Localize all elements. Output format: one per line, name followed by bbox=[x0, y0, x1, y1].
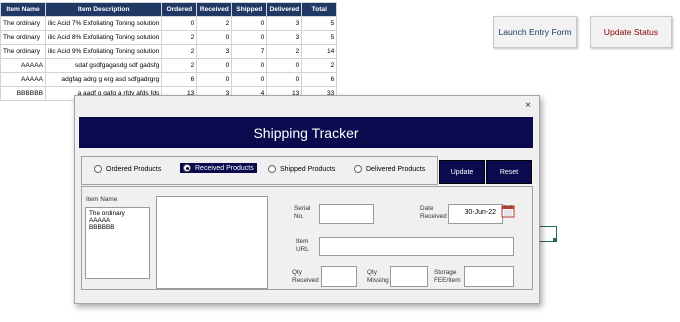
cell-delivered[interactable]: 0 bbox=[266, 58, 303, 73]
cell-ordered[interactable]: 2 bbox=[161, 30, 198, 45]
cell-ordered[interactable]: 2 bbox=[161, 44, 198, 59]
cell-item-name[interactable]: The ordinary bbox=[0, 30, 46, 45]
cell-received[interactable]: 0 bbox=[196, 72, 233, 87]
cell-delivered[interactable]: 3 bbox=[266, 30, 303, 45]
product-status-radio-group: Ordered Products Received Products Shipp… bbox=[81, 156, 438, 185]
cell-delivered[interactable]: 2 bbox=[266, 44, 303, 59]
cell-description[interactable]: ilic Acid 7% Exfoliating Toning solution bbox=[44, 16, 163, 31]
launch-entry-form-button[interactable]: Launch Entry Form bbox=[493, 16, 577, 48]
qty-received-label: Qty Received bbox=[292, 269, 319, 284]
cell-ordered[interactable]: 6 bbox=[161, 72, 198, 87]
cell-description[interactable]: ilic Acid 8% Exfoliating Toning solution bbox=[44, 30, 163, 45]
radio-delivered-products[interactable]: Delivered Products bbox=[354, 165, 425, 173]
cell-shipped[interactable]: 7 bbox=[231, 44, 268, 59]
list-item[interactable]: BBBBBB bbox=[86, 224, 149, 231]
cell-description[interactable]: ilic Acid 9% Exfoliating Toning solution bbox=[44, 44, 163, 59]
item-url-label: Item URL bbox=[296, 238, 309, 253]
cell-shipped[interactable]: 0 bbox=[231, 16, 268, 31]
close-icon[interactable]: × bbox=[525, 100, 531, 111]
table-row: AAAAA adgfag adrg g erg asd sdfgadrgrg 6… bbox=[0, 72, 338, 87]
shipping-tracker-dialog: × Shipping Tracker Ordered Products Rece… bbox=[74, 95, 540, 304]
cell-shipped[interactable]: 0 bbox=[231, 58, 268, 73]
cell-description[interactable]: sdaf gsdfgagasdg sdf gadsfg bbox=[44, 58, 163, 73]
entry-form: Item Name The ordinary AAAAA BBBBBB Seri… bbox=[81, 186, 533, 290]
cell-shipped[interactable]: 0 bbox=[231, 30, 268, 45]
cell-total[interactable]: 5 bbox=[301, 30, 338, 45]
radio-label: Received Products bbox=[195, 164, 254, 172]
date-received-value: 30-Jun-22 bbox=[464, 209, 496, 216]
table-row: AAAAA sdaf gsdfgagasdg sdf gadsfg 2 0 0 … bbox=[0, 58, 338, 73]
cell-item-name[interactable]: The ordinary bbox=[0, 44, 46, 59]
storage-fee-field[interactable] bbox=[464, 266, 514, 287]
storage-fee-label: Storage FEE/Item bbox=[434, 269, 461, 284]
column-header[interactable]: Shipped bbox=[231, 2, 268, 17]
cell-item-name[interactable]: BBBBBB bbox=[0, 86, 46, 101]
cell-received[interactable]: 3 bbox=[196, 44, 233, 59]
column-header[interactable]: Total bbox=[301, 2, 338, 17]
table-row: The ordinary ilic Acid 9% Exfoliating To… bbox=[0, 44, 338, 59]
cell-item-name[interactable]: AAAAA bbox=[0, 58, 46, 73]
cell-item-name[interactable]: AAAAA bbox=[0, 72, 46, 87]
cell-shipped[interactable]: 0 bbox=[231, 72, 268, 87]
column-header[interactable]: Item Name bbox=[0, 2, 46, 17]
cell-item-name[interactable]: The ordinary bbox=[0, 16, 46, 31]
radio-circle-icon bbox=[94, 165, 102, 173]
qty-missing-field[interactable] bbox=[390, 266, 428, 287]
cell-delivered[interactable]: 3 bbox=[266, 16, 303, 31]
radio-label: Delivered Products bbox=[366, 165, 426, 173]
cell-delivered[interactable]: 0 bbox=[266, 72, 303, 87]
radio-selected-icon bbox=[183, 164, 191, 172]
radio-received-products[interactable]: Received Products bbox=[180, 163, 257, 173]
cell-received[interactable]: 2 bbox=[196, 16, 233, 31]
radio-ordered-products[interactable]: Ordered Products bbox=[94, 165, 161, 173]
cell-description[interactable]: adgfag adrg g erg asd sdfgadrgrg bbox=[44, 72, 163, 87]
qty-received-field[interactable] bbox=[321, 266, 357, 287]
serial-no-field[interactable] bbox=[319, 204, 374, 224]
column-header[interactable]: Delivered bbox=[266, 2, 303, 17]
product-table: Item Name Item Description Ordered Recei… bbox=[0, 2, 338, 101]
cell-received[interactable]: 0 bbox=[196, 30, 233, 45]
item-name-listbox[interactable]: The ordinary AAAAA BBBBBB bbox=[85, 207, 150, 279]
list-item[interactable]: AAAAA bbox=[86, 217, 149, 224]
date-received-label: Date Received bbox=[420, 205, 447, 220]
item-details-listbox[interactable] bbox=[156, 196, 268, 289]
table-row: The ordinary ilic Acid 8% Exfoliating To… bbox=[0, 30, 338, 45]
date-received-field[interactable]: 30-Jun-22 bbox=[448, 204, 503, 224]
serial-no-label: Serial No. bbox=[294, 205, 311, 220]
cell-received[interactable]: 0 bbox=[196, 58, 233, 73]
calendar-icon[interactable] bbox=[501, 204, 515, 218]
cell-total[interactable]: 6 bbox=[301, 72, 338, 87]
list-item[interactable]: The ordinary bbox=[86, 210, 149, 217]
table-row: The ordinary ilic Acid 7% Exfoliating To… bbox=[0, 16, 338, 31]
update-button[interactable]: Update bbox=[439, 160, 485, 184]
dialog-title: Shipping Tracker bbox=[79, 117, 533, 148]
column-header[interactable]: Received bbox=[196, 2, 233, 17]
cell-total[interactable]: 2 bbox=[301, 58, 338, 73]
cell-total[interactable]: 5 bbox=[301, 16, 338, 31]
radio-shipped-products[interactable]: Shipped Products bbox=[268, 165, 335, 173]
cell-ordered[interactable]: 2 bbox=[161, 58, 198, 73]
column-header[interactable]: Item Description bbox=[44, 2, 163, 17]
item-url-field[interactable] bbox=[319, 237, 514, 256]
item-name-label: Item Name bbox=[86, 196, 118, 203]
fill-handle[interactable] bbox=[553, 238, 557, 242]
reset-button[interactable]: Reset bbox=[486, 160, 532, 184]
radio-circle-icon bbox=[268, 165, 276, 173]
cell-total[interactable]: 14 bbox=[301, 44, 338, 59]
update-status-button[interactable]: Update Status bbox=[590, 16, 672, 48]
table-header-row: Item Name Item Description Ordered Recei… bbox=[0, 2, 338, 17]
column-header[interactable]: Ordered bbox=[161, 2, 198, 17]
cell-ordered[interactable]: 0 bbox=[161, 16, 198, 31]
radio-circle-icon bbox=[354, 165, 362, 173]
radio-label: Shipped Products bbox=[280, 165, 336, 173]
radio-label: Ordered Products bbox=[106, 165, 162, 173]
